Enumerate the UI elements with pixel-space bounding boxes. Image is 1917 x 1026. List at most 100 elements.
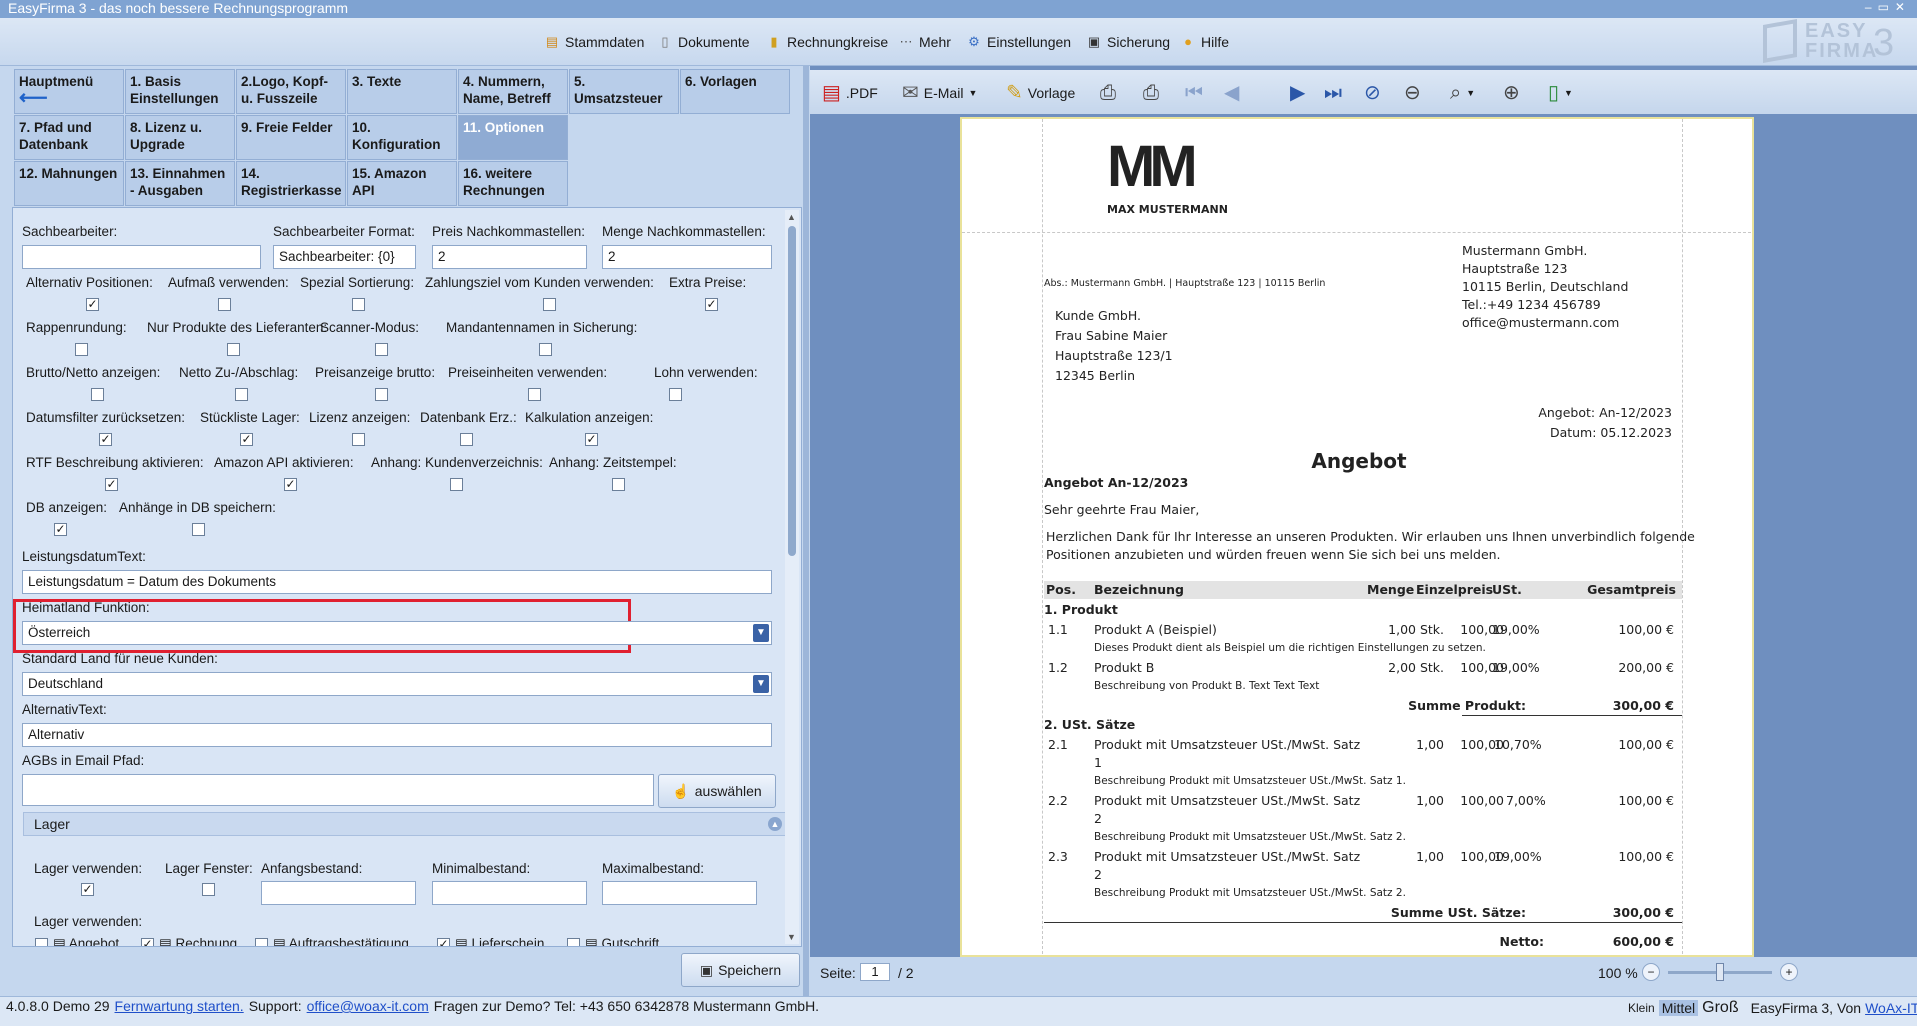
tab-amazon-api[interactable]: 15. Amazon API — [347, 161, 457, 206]
pane-splitter[interactable] — [803, 66, 809, 996]
size-mittel-button[interactable]: Mittel — [1658, 1000, 1699, 1016]
tab-konfiguration[interactable]: 10. Konfiguration — [347, 115, 457, 160]
export-button[interactable]: ▯ ▼ — [1548, 82, 1573, 104]
speichern-button[interactable]: ▣ Speichern — [681, 953, 800, 987]
aufmass-checkbox[interactable] — [218, 298, 231, 311]
zoom-out-icon[interactable]: − — [1642, 963, 1660, 981]
db-anzeigen-checkbox[interactable]: ✓ — [54, 523, 67, 536]
stueckliste-lager-checkbox[interactable]: ✓ — [240, 433, 253, 446]
size-gross-button[interactable]: Groß — [1702, 999, 1738, 1017]
tab-hauptmenu[interactable]: Hauptmenü ⟵ — [14, 69, 124, 114]
vorlage-button[interactable]: ✎ Vorlage — [1006, 82, 1075, 104]
menge-nk-input[interactable]: 2 — [602, 245, 772, 269]
page-number-input[interactable]: 1 — [860, 963, 890, 981]
tab-mahnungen[interactable]: 12. Mahnungen — [14, 161, 124, 206]
datumsfilter-checkbox[interactable]: ✓ — [99, 433, 112, 446]
prev-page-button[interactable]: ◀ — [1224, 82, 1239, 104]
sb-format-input[interactable]: Sachbearbeiter: {0} — [273, 245, 416, 269]
menu-hilfe[interactable]: ● Hilfe — [1180, 32, 1229, 52]
zoom-in-button[interactable]: ⊕ — [1503, 82, 1520, 104]
scroll-thumb[interactable] — [788, 226, 796, 556]
lager-gutschrift-checkbox[interactable] — [567, 938, 580, 946]
chevron-down-icon[interactable]: ▼ — [968, 88, 977, 98]
first-page-button[interactable]: ⏮ — [1185, 82, 1203, 104]
preis-nk-input[interactable]: 2 — [432, 245, 587, 269]
lager-angebot-checkbox[interactable] — [35, 938, 48, 946]
chevron-down-icon[interactable]: ▼ — [1466, 88, 1475, 98]
leistungsdatum-input[interactable]: Leistungsdatum = Datum des Dokuments — [22, 570, 772, 594]
chevron-down-icon[interactable]: ▼ — [753, 624, 769, 642]
lager-lieferschein-checkbox[interactable]: ✓ — [437, 938, 450, 946]
anhang-zeitstempel-checkbox[interactable] — [612, 478, 625, 491]
menu-stammdaten[interactable]: ▤ Stammdaten — [544, 32, 645, 52]
spezial-sortierung-checkbox[interactable] — [352, 298, 365, 311]
tab-freie-felder[interactable]: 9. Freie Felder — [236, 115, 346, 160]
tab-einnahmen[interactable]: 13. Einnahmen - Ausgaben — [125, 161, 235, 206]
tab-weitere-rechnungen[interactable]: 16. weitere Rechnungen — [458, 161, 568, 206]
zoom-out-button[interactable]: ⊖ — [1404, 82, 1421, 104]
lizenz-anzeigen-checkbox[interactable] — [352, 433, 365, 446]
support-email-link[interactable]: office@woax-it.com — [307, 998, 429, 1014]
tab-pfad[interactable]: 7. Pfad und Datenbank — [14, 115, 124, 160]
print-dialog-button[interactable]: ⎙ — [1100, 82, 1116, 104]
agb-input[interactable] — [22, 774, 654, 806]
alternativ-positionen-checkbox[interactable]: ✓ — [86, 298, 99, 311]
size-klein-button[interactable]: Klein — [1628, 1001, 1655, 1015]
rappenrundung-checkbox[interactable] — [75, 343, 88, 356]
nur-produkte-checkbox[interactable] — [227, 343, 240, 356]
zahlungsziel-checkbox[interactable] — [543, 298, 556, 311]
chevron-down-icon[interactable]: ▼ — [753, 675, 769, 693]
kalkulation-checkbox[interactable]: ✓ — [585, 433, 598, 446]
lager-section-header[interactable]: Lager ▲ — [23, 812, 789, 836]
mandantennamen-checkbox[interactable] — [539, 343, 552, 356]
zoom-in-icon[interactable]: + — [1780, 963, 1798, 981]
sachbearbeiter-input[interactable] — [22, 245, 261, 269]
chevron-down-icon[interactable]: ▼ — [1564, 88, 1573, 98]
print-button[interactable]: ⎙ — [1143, 82, 1159, 104]
lager-verwenden-checkbox[interactable]: ✓ — [81, 883, 94, 896]
menu-mehr[interactable]: ⋯ Mehr — [898, 32, 951, 52]
menu-einstellungen[interactable]: ⚙ Einstellungen — [966, 32, 1071, 52]
lager-rechnung-checkbox[interactable]: ✓ — [141, 938, 154, 946]
tab-optionen[interactable]: 11. Optionen — [458, 115, 568, 160]
alternativtext-input[interactable]: Alternativ — [22, 723, 772, 747]
goto-page-button[interactable]: ⊘ — [1364, 82, 1381, 104]
extra-preise-checkbox[interactable]: ✓ — [705, 298, 718, 311]
window-controls[interactable]: –▭✕ — [1865, 0, 1911, 18]
anhaenge-db-checkbox[interactable] — [192, 523, 205, 536]
pdf-button[interactable]: ▤ .PDF — [822, 82, 878, 104]
email-button[interactable]: ✉ E-Mail ▼ — [902, 82, 977, 104]
rtf-checkbox[interactable]: ✓ — [105, 478, 118, 491]
minimalbestand-input[interactable] — [432, 881, 587, 905]
menu-dokumente[interactable]: ▯ Dokumente — [657, 32, 749, 52]
last-page-button[interactable]: ⏭ — [1324, 82, 1342, 104]
menu-rechnungkreise[interactable]: ▮ Rechnungkreise — [766, 32, 888, 52]
next-page-button[interactable]: ▶ — [1290, 82, 1305, 104]
brutto-netto-checkbox[interactable] — [91, 388, 104, 401]
heimatland-select[interactable]: Österreich ▼ — [22, 621, 772, 645]
auswaehlen-button[interactable]: ☝ auswählen — [658, 774, 776, 808]
datenbank-erz-checkbox[interactable] — [460, 433, 473, 446]
tab-nummern[interactable]: 4. Nummern, Name, Betreff — [458, 69, 568, 114]
collapse-icon[interactable]: ▲ — [768, 817, 782, 831]
lohn-verwenden-checkbox[interactable] — [669, 388, 682, 401]
amazon-api-checkbox[interactable]: ✓ — [284, 478, 297, 491]
zoom-slider-thumb[interactable] — [1716, 963, 1724, 981]
preisanzeige-brutto-checkbox[interactable] — [375, 388, 388, 401]
zoom-button[interactable]: ⌕ ▼ — [1450, 82, 1475, 104]
scroll-up-icon[interactable]: ▲ — [787, 212, 796, 222]
tab-texte[interactable]: 3. Texte — [347, 69, 457, 114]
woax-link[interactable]: WoAx-IT — [1865, 1000, 1917, 1016]
fernwartung-link[interactable]: Fernwartung starten. — [115, 998, 244, 1014]
standardland-select[interactable]: Deutschland ▼ — [22, 672, 772, 696]
scanner-modus-checkbox[interactable] — [375, 343, 388, 356]
tab-umsatzsteuer[interactable]: 5. Umsatzsteuer — [569, 69, 679, 114]
tab-registrierkasse[interactable]: 14. Registrierkasse — [236, 161, 346, 206]
netto-zuschlag-checkbox[interactable] — [235, 388, 248, 401]
menu-sicherung[interactable]: ▣ Sicherung — [1086, 32, 1170, 52]
tab-basis[interactable]: 1. Basis Einstellungen — [125, 69, 235, 114]
maximalbestand-input[interactable] — [602, 881, 757, 905]
anfangsbestand-input[interactable] — [261, 881, 416, 905]
lager-auftrag-checkbox[interactable] — [255, 938, 268, 946]
lager-fenster-checkbox[interactable] — [202, 883, 215, 896]
